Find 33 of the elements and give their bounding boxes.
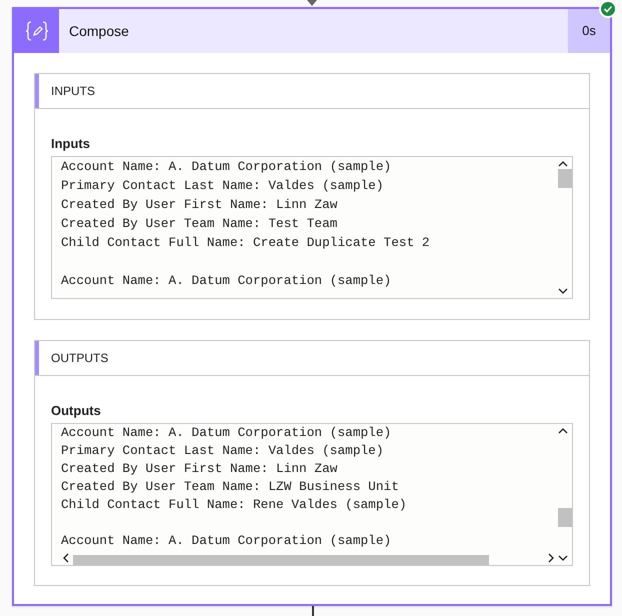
text-line: Account Name: A. Datum Corporation (sample) [61,272,392,290]
section-heading: INPUTS [51,83,96,100]
text-line: Created By User Team Name: LZW Business Unit [61,478,399,496]
scroll-up-icon[interactable] [558,427,568,434]
connector-arrow-icon [306,0,318,8]
scroll-down-icon[interactable] [558,555,568,562]
text-line: Created By User First Name: Linn Zaw [61,460,338,478]
scrollbar-thumb[interactable] [558,508,572,527]
text-area[interactable] [51,423,573,566]
card-title: Compose [69,22,130,41]
text-line: Created By User Team Name: Test Team [61,215,338,233]
duration-label: 0s [568,9,610,53]
scroll-right-icon[interactable] [548,553,555,563]
field-label: Inputs [51,135,91,153]
accent-bar [35,74,39,108]
text-line: Account Name: A. Datum Corporation (sample) [61,532,392,550]
scroll-up-icon[interactable] [558,160,568,167]
scroll-down-icon[interactable] [558,288,568,295]
horizontal-scrollbar-thumb[interactable] [73,555,489,565]
accent-bar [35,341,39,375]
section-heading: OUTPUTS [51,350,108,367]
scroll-left-icon[interactable] [62,553,69,563]
text-line: Child Contact Full Name: Create Duplicate Test 2 [61,234,430,252]
scrollbar-thumb[interactable] [558,169,572,188]
text-line: Primary Contact Last Name: Valdes (sample) [61,442,384,460]
text-line: Primary Contact Last Name: Valdes (sample) [61,177,384,195]
text-area[interactable] [51,156,573,299]
text-line: Account Name: A. Datum Corporation (sample) [61,158,392,176]
text-line: Child Contact Full Name: Rene Valdes (sample) [61,496,407,514]
text-line: Account Name: A. Datum Corporation (sample) [61,424,392,442]
card-header[interactable]: Compose 0s [14,9,610,53]
field-label: Outputs [51,402,102,420]
text-line: Created By User First Name: Linn Zaw [61,196,338,214]
